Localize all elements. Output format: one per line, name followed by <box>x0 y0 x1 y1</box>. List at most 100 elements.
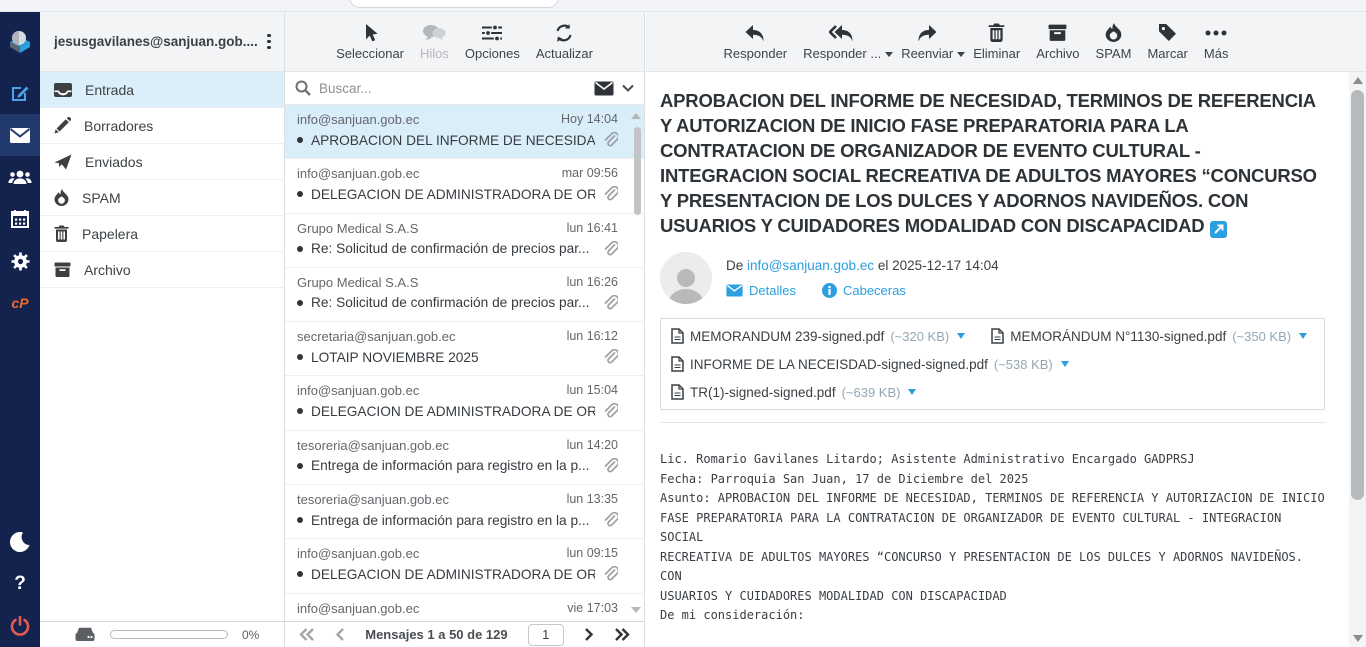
rail-calendar-button[interactable] <box>0 198 40 240</box>
sliders-icon <box>481 23 503 43</box>
scroll-up-icon[interactable] <box>1353 77 1363 84</box>
unread-dot <box>297 137 303 143</box>
refresh-button[interactable]: Actualizar <box>528 19 601 65</box>
more-button[interactable]: Más <box>1196 19 1237 65</box>
next-page-button[interactable] <box>584 628 594 641</box>
sender-email-link[interactable]: info@sanjuan.gob.ec <box>747 258 874 273</box>
message-subject: LOTAIP NOVIEMBRE 2025 <box>311 350 595 365</box>
list-scrollbar-thumb[interactable] <box>634 127 641 215</box>
message-row[interactable]: info@sanjuan.gob.ecmar 09:56 DELEGACION … <box>285 159 644 213</box>
mark-label: Marcar <box>1147 46 1187 61</box>
attachment-item[interactable]: TR(1)-signed-signed.pdf (~639 KB) <box>671 378 916 406</box>
archive-button[interactable]: Archivo <box>1028 19 1087 65</box>
scrollbar-thumb[interactable] <box>1351 90 1364 500</box>
rail-mail-button[interactable] <box>0 114 40 156</box>
body-line: Fecha: Parroquia San Juan, 17 de Diciemb… <box>660 470 1325 490</box>
delete-label: Eliminar <box>973 46 1020 61</box>
page-number-input[interactable]: 1 <box>528 624 564 646</box>
rail-contacts-button[interactable] <box>0 156 40 198</box>
mark-button[interactable]: Marcar <box>1139 19 1195 65</box>
compose-button[interactable] <box>0 72 40 114</box>
message-row[interactable]: info@sanjuan.gob.eclun 09:15 DELEGACION … <box>285 539 644 593</box>
info-icon <box>822 283 837 298</box>
list-scroll-up-icon[interactable] <box>631 113 641 119</box>
unread-dot <box>297 571 303 577</box>
options-label: Opciones <box>465 46 520 61</box>
pointer-icon <box>361 23 379 43</box>
inbox-icon <box>54 83 72 97</box>
folder-archive[interactable]: Archivo <box>40 252 284 288</box>
help-icon: ? <box>14 573 26 595</box>
dark-mode-button[interactable] <box>0 521 40 563</box>
archive-icon <box>1048 23 1067 43</box>
archive-label: Archivo <box>1036 46 1079 61</box>
message-view-panel: Responder Responder ... Reenviar <box>646 12 1366 647</box>
trash-icon <box>988 23 1005 43</box>
first-page-button[interactable] <box>299 628 315 641</box>
browser-tab-hint <box>349 0 559 8</box>
account-header[interactable]: jesusgavilanes@sanjuan.gob.... <box>40 12 284 72</box>
forward-button[interactable]: Reenviar <box>893 19 961 65</box>
message-row[interactable]: Grupo Medical S.A.Slun 16:26 Re: Solicit… <box>285 268 644 322</box>
message-sender: info@sanjuan.gob.ec <box>297 112 561 127</box>
message-date: lun 16:26 <box>567 275 618 290</box>
message-sender: tesoreria@sanjuan.gob.ec <box>297 492 567 507</box>
message-row[interactable]: secretaria@sanjuan.gob.eclun 16:12 LOTAI… <box>285 322 644 376</box>
attachment-menu-caret[interactable] <box>908 389 916 395</box>
message-content: APROBACION DEL INFORME DE NECESIDAD, TER… <box>646 72 1349 647</box>
message-sender: info@sanjuan.gob.ec <box>297 383 567 398</box>
message-row[interactable]: tesoreria@sanjuan.gob.eclun 13:35 Entreg… <box>285 485 644 539</box>
attachment-menu-caret[interactable] <box>1299 333 1307 339</box>
attachment-item[interactable]: INFORME DE LA NECEISDAD-signed-signed.pd… <box>671 350 1069 378</box>
folder-label: Papelera <box>82 226 138 242</box>
message-row[interactable]: info@sanjuan.gob.eclun 15:04 DELEGACION … <box>285 376 644 430</box>
message-date: mar 09:56 <box>562 166 618 181</box>
prev-page-button[interactable] <box>335 628 345 641</box>
search-options-chevron-icon[interactable] <box>622 84 634 92</box>
reply-all-button[interactable]: Responder ... <box>795 19 889 65</box>
options-button[interactable]: Opciones <box>457 19 528 65</box>
message-subject-title: APROBACION DEL INFORME DE NECESIDAD, TER… <box>660 88 1325 238</box>
folder-label: SPAM <box>82 190 121 206</box>
message-row[interactable]: info@sanjuan.gob.ecHoy 14:04 APROBACION … <box>285 105 644 159</box>
folder-trash[interactable]: Papelera <box>40 216 284 252</box>
search-input[interactable] <box>319 81 586 96</box>
message-row[interactable]: info@sanjuan.gob.ecvie 17:03 <box>285 594 644 621</box>
last-page-button[interactable] <box>614 628 630 641</box>
folder-sent[interactable]: Enviados <box>40 144 284 180</box>
reply-all-icon <box>829 23 855 43</box>
compose-icon <box>9 82 31 104</box>
attachment-menu-caret[interactable] <box>1061 361 1069 367</box>
reply-button[interactable]: Responder <box>716 19 796 65</box>
folder-spam[interactable]: SPAM <box>40 180 284 216</box>
rail-settings-button[interactable] <box>0 240 40 282</box>
message-scrollbar[interactable] <box>1349 72 1366 647</box>
scroll-down-icon[interactable] <box>1353 635 1363 642</box>
folder-inbox[interactable]: Entrada <box>40 72 284 108</box>
folder-drafts[interactable]: Borradores <box>40 108 284 144</box>
spam-button[interactable]: SPAM <box>1088 19 1140 65</box>
delete-button[interactable]: Eliminar <box>965 19 1028 65</box>
reply-all-label: Responder ... <box>803 46 881 61</box>
webmail-app: cP ? jesusgavilanes@sanjuan.gob.... <box>0 0 1366 647</box>
search-scope-mail-icon[interactable] <box>594 81 614 96</box>
open-in-new-window-icon[interactable] <box>1210 221 1227 238</box>
attachment-item[interactable]: MEMORÁNDUM N°1130-signed.pdf (~350 KB) <box>991 322 1307 350</box>
details-toggle[interactable]: Detalles <box>726 283 796 298</box>
list-scroll-down-icon[interactable] <box>631 607 641 613</box>
logout-button[interactable] <box>0 605 40 647</box>
message-row[interactable]: Grupo Medical S.A.Slun 16:41 Re: Solicit… <box>285 214 644 268</box>
attachment-menu-caret[interactable] <box>957 333 965 339</box>
attachment-item[interactable]: MEMORANDUM 239-signed.pdf (~320 KB) <box>671 322 965 350</box>
account-menu-icon[interactable] <box>262 34 276 50</box>
headers-toggle[interactable]: Cabeceras <box>822 283 906 298</box>
message-row[interactable]: tesoreria@sanjuan.gob.eclun 14:20 Entreg… <box>285 431 644 485</box>
threads-button[interactable]: Hilos <box>412 19 457 65</box>
body-line: Asunto: APROBACION DEL INFORME DE NECESI… <box>660 489 1325 509</box>
rail-cpanel-button[interactable]: cP <box>0 282 40 324</box>
archive-icon <box>54 262 71 277</box>
select-button[interactable]: Seleccionar <box>328 19 412 65</box>
message-list-panel: Seleccionar Hilos <box>284 12 645 647</box>
help-button[interactable]: ? <box>0 563 40 605</box>
unread-dot <box>297 354 303 360</box>
